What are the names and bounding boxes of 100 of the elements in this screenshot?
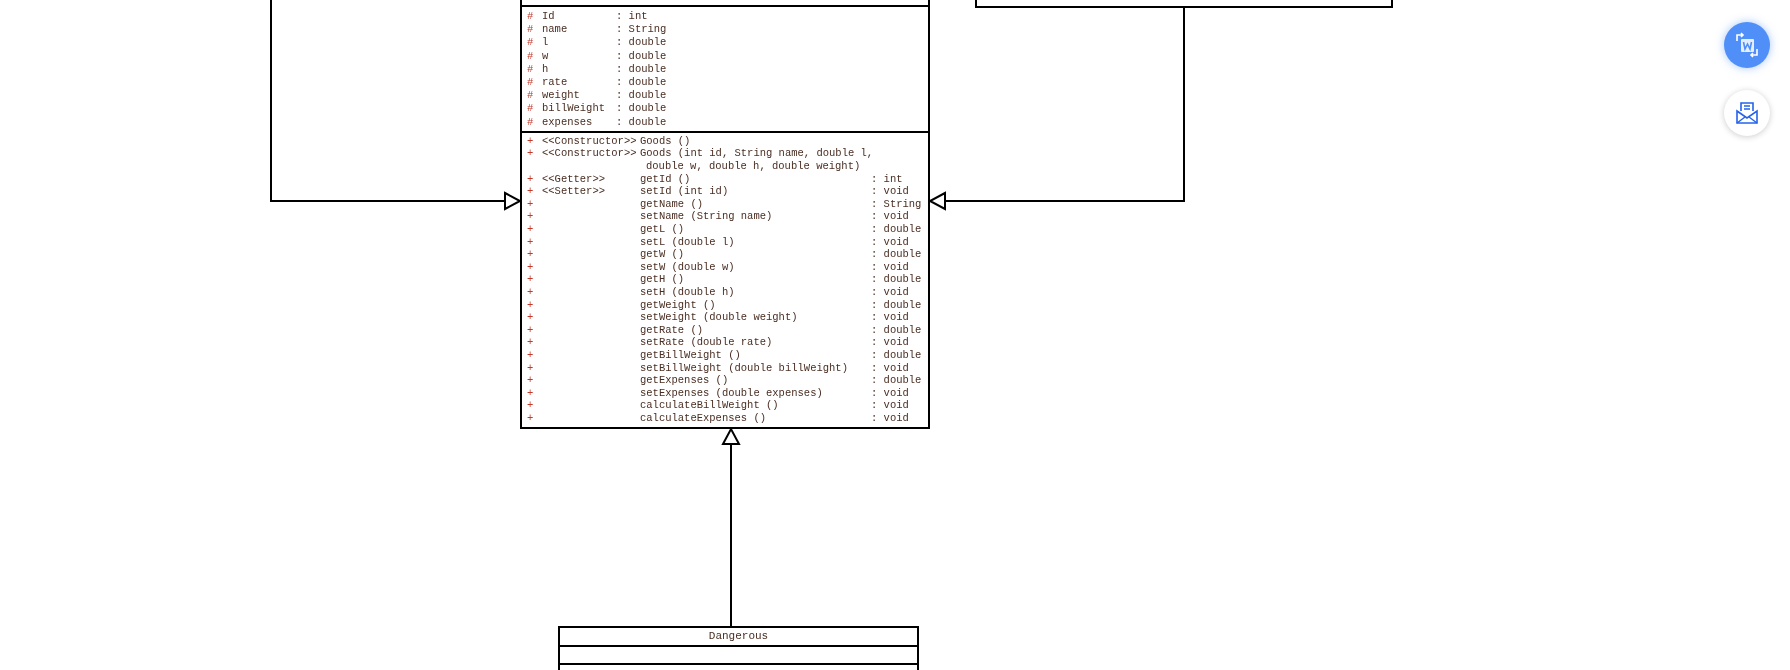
return-type: : void	[871, 260, 909, 273]
visibility-mark: +	[527, 361, 535, 375]
stereotype-label: <<Constructor>>	[542, 134, 637, 147]
method-signature: setName (String name)	[640, 210, 774, 223]
visibility-mark: #	[527, 89, 535, 103]
visibility-mark: +	[527, 311, 535, 324]
return-type: : double	[871, 374, 922, 387]
visibility-mark: +	[527, 134, 535, 148]
attribute-name: rate	[542, 76, 569, 90]
visibility-mark: +	[527, 298, 535, 312]
attribute-name: h	[542, 62, 550, 76]
method-signature: getExpenses ()	[640, 374, 730, 387]
attribute-type: : int	[616, 10, 649, 24]
visibility-mark: +	[527, 323, 535, 337]
attribute-type: : String	[616, 23, 668, 37]
mail-icon	[1735, 101, 1759, 125]
attribute-type: : double	[616, 36, 668, 50]
method-signature: setRate (double rate)	[640, 336, 774, 349]
attribute-name: weight	[542, 89, 581, 103]
visibility-mark: #	[527, 62, 535, 76]
visibility-mark: +	[527, 348, 535, 362]
attribute-name: expenses	[542, 115, 594, 129]
attribute-type: : double	[616, 102, 668, 116]
attribute-type: : double	[616, 115, 668, 129]
return-type: : double	[871, 298, 922, 311]
method-signature: calculateExpenses ()	[640, 411, 768, 425]
return-type: : void	[871, 399, 909, 412]
visibility-mark: #	[527, 23, 535, 37]
return-type: : double	[871, 323, 922, 336]
return-type: : void	[871, 185, 909, 198]
visibility-mark: #	[527, 102, 535, 116]
method-signature: Goods (int id, String name, double l, double w, double h, double weight)	[640, 147, 871, 173]
visibility-mark: +	[527, 235, 535, 249]
visibility-mark: +	[527, 285, 535, 299]
return-type: : void	[871, 210, 909, 223]
attribute-type: : double	[616, 62, 668, 76]
method-signature: getW ()	[640, 248, 686, 261]
return-type: : double	[871, 248, 922, 261]
visibility-mark: #	[527, 76, 535, 90]
method-signature: setL (double l)	[640, 235, 736, 249]
return-type: : int	[871, 172, 903, 185]
document-convert-icon	[1734, 32, 1760, 58]
visibility-mark: +	[527, 386, 535, 400]
return-type: : void	[871, 285, 909, 298]
stereotype-label: <<Setter>>	[542, 185, 605, 198]
method-signature: calculateBillWeight ()	[640, 399, 780, 412]
method-signature: getId ()	[640, 172, 692, 186]
method-signature: getRate ()	[640, 323, 704, 337]
method-signature: setId (int id)	[640, 185, 730, 198]
method-signature: setExpenses (double expenses)	[640, 386, 824, 400]
visibility-mark: +	[527, 374, 535, 387]
attribute-name: name	[542, 23, 569, 37]
visibility-mark: +	[527, 147, 535, 162]
visibility-mark: #	[527, 115, 535, 129]
visibility-mark: +	[527, 248, 535, 261]
stereotype-label: <<Constructor>>	[542, 147, 637, 160]
visibility-mark: +	[527, 260, 535, 274]
method-signature: getL ()	[640, 223, 686, 236]
mail-button[interactable]	[1724, 90, 1770, 136]
return-type: : void	[871, 311, 909, 324]
visibility-mark: #	[527, 10, 535, 24]
method-signature: getWeight ()	[640, 298, 717, 312]
attribute-name: l	[542, 36, 550, 50]
visibility-mark: +	[527, 273, 535, 286]
method-signature: setWeight (double weight)	[640, 311, 799, 324]
attribute-type: : double	[616, 76, 668, 90]
visibility-mark: +	[527, 399, 535, 412]
return-type: : double	[871, 348, 922, 361]
return-type: : void	[871, 361, 909, 374]
method-signature: getBillWeight ()	[640, 348, 742, 362]
return-type: : void	[871, 411, 909, 424]
return-type: : void	[871, 386, 909, 399]
attribute-type: : double	[616, 89, 668, 103]
method-signature: setBillWeight (double billWeight)	[640, 361, 849, 375]
method-signature: setH (double h)	[640, 285, 736, 299]
visibility-mark: +	[527, 223, 535, 236]
return-type: : void	[871, 235, 909, 248]
visibility-mark: +	[527, 411, 535, 425]
method-signature: getName ()	[640, 197, 704, 211]
visibility-mark: +	[527, 210, 535, 223]
visibility-mark: +	[527, 185, 535, 198]
return-type: : double	[871, 273, 922, 286]
class-name: Dangerous	[708, 630, 769, 642]
stereotype-label: <<Getter>>	[542, 172, 605, 185]
attribute-name: Id	[542, 10, 556, 24]
return-type: : void	[871, 336, 909, 349]
visibility-mark: +	[527, 336, 535, 349]
attribute-type: : double	[616, 49, 668, 63]
return-type: : double	[871, 223, 922, 235]
return-type: : String	[871, 197, 922, 210]
method-signature: setW (double w)	[640, 260, 736, 274]
method-signature: getH ()	[640, 273, 686, 286]
method-signature: Goods ()	[640, 134, 692, 148]
visibility-mark: #	[527, 49, 535, 63]
visibility-mark: +	[527, 172, 535, 186]
attribute-name: w	[542, 49, 550, 63]
attribute-name: billWeight	[542, 102, 606, 116]
translate-button[interactable]	[1724, 22, 1770, 68]
visibility-mark: #	[527, 36, 535, 50]
visibility-mark: +	[527, 197, 535, 211]
